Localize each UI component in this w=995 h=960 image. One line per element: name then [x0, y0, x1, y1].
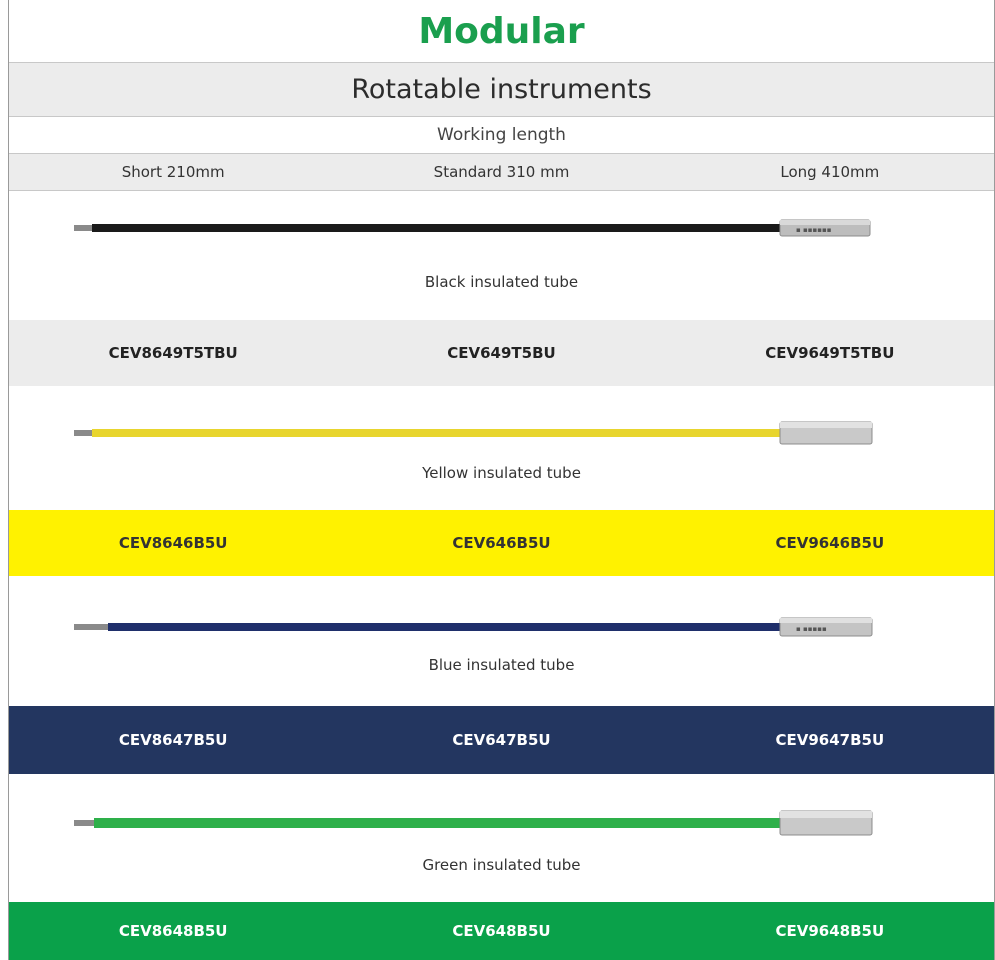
- subtitle-row: Rotatable instruments: [9, 63, 994, 117]
- svg-text:▪ ▪▪▪▪▪: ▪ ▪▪▪▪▪: [796, 625, 827, 633]
- code-blue-standard: CEV647B5U: [452, 731, 551, 749]
- black-tube-caption: Black insulated tube: [424, 273, 579, 291]
- code-black-standard: CEV649T5BU: [447, 344, 556, 362]
- blue-codes-row: CEV8647B5U CEV647B5U CEV9647B5U: [9, 706, 994, 774]
- code-yellow-long: CEV9646B5U: [775, 534, 885, 552]
- yellow-tube-caption: Yellow insulated tube: [422, 464, 581, 482]
- yellow-tube-icon: [74, 418, 882, 448]
- code-green-short: CEV8648B5U: [118, 922, 228, 940]
- page-subtitle: Rotatable instruments: [351, 74, 652, 105]
- code-blue-long: CEV9647B5U: [775, 731, 885, 749]
- page-title: Modular: [418, 10, 585, 52]
- svg-text:▪ ▪▪▪▪▪▪: ▪ ▪▪▪▪▪▪: [796, 226, 832, 234]
- green-codes-row: CEV8648B5U CEV648B5U CEV9648B5U: [9, 902, 994, 960]
- black-tube-icon: ▪ ▪▪▪▪▪▪: [74, 213, 882, 243]
- code-black-short: CEV8649T5TBU: [108, 344, 238, 362]
- green-tube-icon: [74, 808, 882, 838]
- code-blue-short: CEV8647B5U: [118, 731, 228, 749]
- green-tube-image-row: Green insulated tube: [9, 774, 994, 902]
- length-short: Short 210mm: [121, 163, 225, 181]
- code-green-standard: CEV648B5U: [452, 922, 551, 940]
- green-tube-caption: Green insulated tube: [422, 856, 581, 874]
- blue-tube-image-row: ▪ ▪▪▪▪▪ Blue insulated tube: [9, 576, 994, 706]
- blue-tube-caption: Blue insulated tube: [428, 656, 575, 674]
- working-length-label: Working length: [437, 125, 566, 145]
- black-tube-image-row: ▪ ▪▪▪▪▪▪ Black insulated tube: [9, 191, 994, 320]
- title-row: Modular: [9, 0, 994, 63]
- working-length-row: Working length: [9, 117, 994, 154]
- code-black-long: CEV9649T5TBU: [765, 344, 895, 362]
- yellow-tube-image-row: Yellow insulated tube: [9, 386, 994, 510]
- code-green-long: CEV9648B5U: [775, 922, 885, 940]
- code-yellow-short: CEV8646B5U: [118, 534, 228, 552]
- black-codes-row: CEV8649T5TBU CEV649T5BU CEV9649T5TBU: [9, 320, 994, 386]
- yellow-codes-row: CEV8646B5U CEV646B5U CEV9646B5U: [9, 510, 994, 576]
- length-header-row: Short 210mm Standard 310 mm Long 410mm: [9, 154, 994, 191]
- product-table: Modular Rotatable instruments Working le…: [8, 0, 995, 960]
- length-standard: Standard 310 mm: [433, 163, 570, 181]
- code-yellow-standard: CEV646B5U: [452, 534, 551, 552]
- blue-tube-icon: ▪ ▪▪▪▪▪: [74, 612, 882, 642]
- length-long: Long 410mm: [780, 163, 880, 181]
